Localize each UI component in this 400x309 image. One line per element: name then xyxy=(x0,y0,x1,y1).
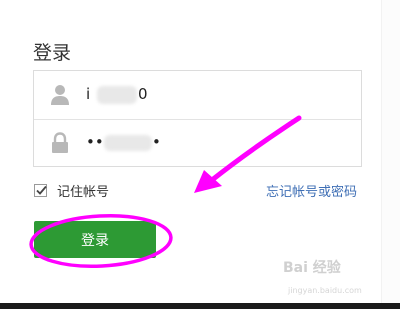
watermark-url: jingyan.baidu.com xyxy=(288,286,362,295)
watermark-logo: Bai 经验 xyxy=(283,260,341,276)
login-button[interactable]: 登录 xyxy=(34,221,156,258)
remember-account[interactable]: 记住帐号 xyxy=(34,180,109,200)
page-title: 登录 xyxy=(33,42,72,64)
remember-checkbox[interactable] xyxy=(34,183,47,197)
checkmark-icon xyxy=(36,185,47,195)
password-value-suffix: • xyxy=(152,133,161,151)
user-icon xyxy=(50,84,70,106)
username-value-suffix: 0 xyxy=(138,85,148,103)
password-value-prefix: •• xyxy=(86,133,104,151)
username-field[interactable]: i 0 xyxy=(34,71,361,120)
credentials-box: i 0 •• • xyxy=(33,70,362,167)
panel-edge xyxy=(381,0,400,309)
forgot-password-link[interactable]: 忘记帐号或密码 xyxy=(266,181,357,200)
remember-label: 记住帐号 xyxy=(57,184,110,200)
panel-edge-bottom xyxy=(0,303,400,309)
redaction-blur xyxy=(97,86,137,104)
redaction-blur xyxy=(104,135,152,151)
password-field[interactable]: •• • xyxy=(34,119,361,167)
username-value-prefix: i xyxy=(86,85,91,103)
lock-icon xyxy=(50,132,70,154)
